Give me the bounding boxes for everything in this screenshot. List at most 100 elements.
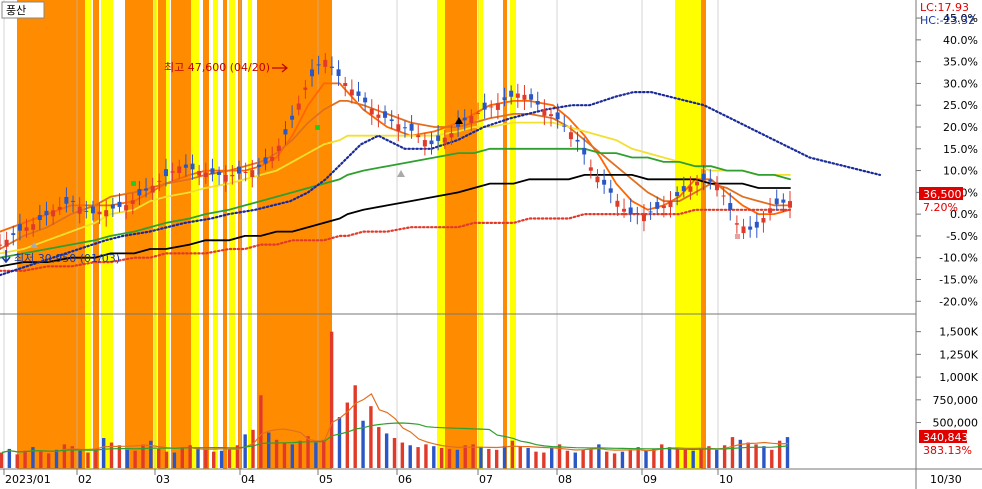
volume-bar xyxy=(612,453,617,468)
y-tick-label: -5.0% xyxy=(946,230,978,243)
candle-body xyxy=(343,83,348,86)
y-tick-label: -15.0% xyxy=(939,274,978,287)
pink-signal-icon xyxy=(735,234,740,239)
volume-bar xyxy=(384,433,389,468)
y-tick-label: 15.0% xyxy=(943,143,978,156)
candle-body xyxy=(17,224,22,231)
volume-badge: 340,843 xyxy=(923,431,969,444)
volume-bar xyxy=(0,452,4,468)
volume-bar xyxy=(408,445,412,468)
volume-bar xyxy=(274,439,279,468)
candle-body xyxy=(489,106,494,108)
candle-body xyxy=(84,210,89,212)
y-tick-label: -10.0% xyxy=(939,252,978,265)
candle-body xyxy=(283,129,288,135)
candle-body xyxy=(97,211,102,215)
volume-bar xyxy=(133,450,137,468)
volume-bar xyxy=(125,449,129,468)
candle-body xyxy=(104,210,109,217)
candle-body xyxy=(223,174,228,182)
candle-body xyxy=(243,171,248,173)
volume-bar xyxy=(392,438,397,468)
candle-body xyxy=(788,201,792,208)
volume-bar xyxy=(573,452,577,468)
candle-body xyxy=(37,215,42,221)
volume-bar xyxy=(699,448,703,468)
volume-bar xyxy=(785,437,790,468)
candle-body xyxy=(256,164,261,167)
candle-body xyxy=(595,176,600,183)
candle-body xyxy=(170,171,175,173)
volume-bar xyxy=(7,448,12,468)
candle-body xyxy=(90,206,95,214)
candle-body xyxy=(290,115,295,120)
candle-body xyxy=(721,195,726,197)
signal-band xyxy=(85,0,91,469)
volume-bar xyxy=(196,448,200,468)
volume-bar xyxy=(54,449,59,468)
candle-body xyxy=(774,198,779,205)
candle-body xyxy=(535,101,540,105)
volume-bar xyxy=(377,427,381,468)
candle-body xyxy=(402,127,407,129)
volume-bar xyxy=(667,447,672,468)
candle-body xyxy=(429,140,434,145)
y-tick-label: 20.0% xyxy=(943,121,978,134)
price-badge: 36,500 xyxy=(923,188,962,201)
candle-body xyxy=(144,188,149,191)
volume-bar xyxy=(439,448,444,468)
candle-body xyxy=(117,201,122,207)
candle-body xyxy=(608,188,613,193)
volume-bar xyxy=(605,451,609,468)
candle-body xyxy=(635,213,640,215)
candle-body xyxy=(183,164,188,168)
volume-bar xyxy=(86,452,90,468)
x-tick-label: 08 xyxy=(558,473,572,486)
x-tick-label: 05 xyxy=(319,473,333,486)
vol-tick-label: 1,250K xyxy=(939,348,978,361)
candle-body xyxy=(761,217,766,223)
candle-body xyxy=(701,173,706,181)
volume-bar xyxy=(715,449,719,468)
candle-body xyxy=(695,181,700,186)
signal-band xyxy=(101,0,113,469)
candle-body xyxy=(469,116,474,123)
volume-bar xyxy=(455,449,460,468)
candle-body xyxy=(661,205,666,209)
volume-bar xyxy=(353,385,357,468)
volume-bar xyxy=(94,448,98,468)
x-axis-right-label: 10/30 xyxy=(930,473,962,486)
vol-tick-label: 1,000K xyxy=(939,371,978,384)
candle-body xyxy=(462,117,467,121)
y-tick-label: 40.0% xyxy=(943,34,978,47)
candle-body xyxy=(296,103,301,110)
y-tick-label: 35.0% xyxy=(943,56,978,69)
candle-body xyxy=(728,203,733,211)
volume-bar xyxy=(101,438,106,468)
volume-bar xyxy=(282,442,287,468)
volume-bar xyxy=(149,440,153,468)
candle-body xyxy=(575,139,580,142)
signal-band xyxy=(445,0,477,469)
stock-chart[interactable]: 45.0%40.0%35.0%30.0%25.0%20.0%15.0%10.0%… xyxy=(0,0,982,489)
vol-tick-label: 500,000 xyxy=(933,417,979,430)
candle-body xyxy=(588,167,593,171)
volume-bar xyxy=(290,444,295,468)
candle-body xyxy=(276,145,281,151)
candle-body xyxy=(529,94,534,100)
volume-bar xyxy=(746,442,750,468)
candle-body xyxy=(582,147,587,155)
candle-body xyxy=(396,124,401,132)
signal-band xyxy=(437,0,445,469)
x-tick-label: 03 xyxy=(156,473,170,486)
candle-body xyxy=(675,192,680,197)
candle-body xyxy=(44,210,49,216)
candle-body xyxy=(250,170,255,177)
candle-body xyxy=(124,205,129,211)
x-tick-label: 06 xyxy=(398,473,412,486)
price-change: 7.20% xyxy=(923,201,958,214)
candle-body xyxy=(622,208,627,212)
volume-bar xyxy=(322,439,326,468)
green-signal-icon xyxy=(315,125,320,130)
x-tick-label: 07 xyxy=(479,473,493,486)
